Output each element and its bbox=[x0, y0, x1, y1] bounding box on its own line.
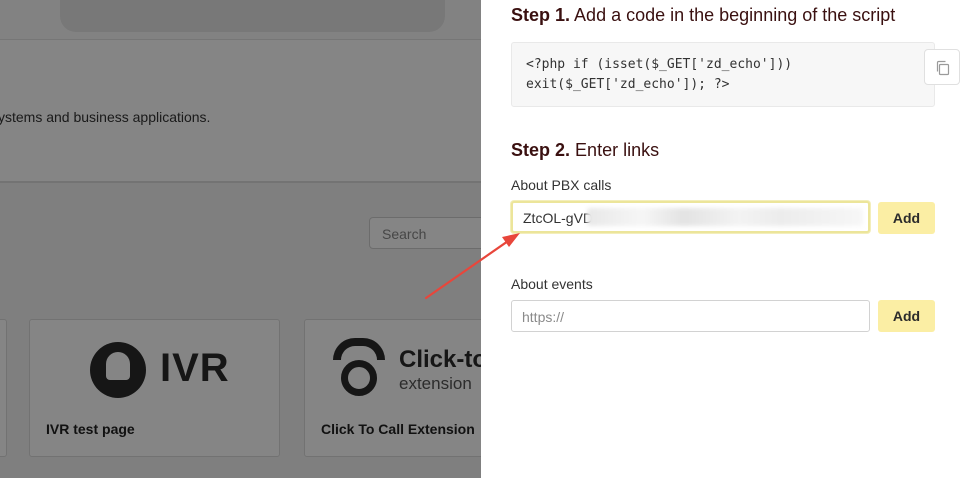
code-line-2: exit($_GET['zd_echo']); ?> bbox=[526, 77, 730, 92]
pbx-calls-url-input[interactable]: ZtcOL-gVD bbox=[511, 201, 870, 233]
code-snippet: <?php if (isset($_GET['zd_echo'])) exit(… bbox=[511, 42, 960, 107]
pbx-calls-url-value: ZtcOL-gVD bbox=[523, 210, 594, 226]
code-line-1: <?php if (isset($_GET['zd_echo'])) bbox=[526, 57, 793, 72]
step2-text: Enter links bbox=[575, 140, 660, 160]
pbx-calls-label: About PBX calls bbox=[511, 177, 612, 193]
step1-heading: Step 1. Add a code in the beginning of t… bbox=[511, 5, 895, 26]
copy-icon bbox=[936, 60, 950, 76]
step1-text: Add a code in the beginning of the scrip… bbox=[574, 5, 896, 25]
modal-overlay[interactable] bbox=[0, 0, 481, 478]
events-url-input[interactable]: https:// bbox=[511, 300, 870, 332]
step2-number: Step 2. bbox=[511, 140, 571, 160]
add-events-button[interactable]: Add bbox=[878, 300, 935, 332]
add-pbx-calls-button[interactable]: Add bbox=[878, 202, 935, 234]
integration-drawer: Step 1. Add a code in the beginning of t… bbox=[481, 0, 980, 478]
copy-code-button[interactable] bbox=[924, 49, 960, 85]
events-label: About events bbox=[511, 276, 593, 292]
step2-heading: Step 2. Enter links bbox=[511, 140, 659, 161]
step1-number: Step 1. bbox=[511, 5, 571, 25]
redacted-url-blur bbox=[587, 208, 863, 226]
events-url-placeholder: https:// bbox=[522, 309, 565, 325]
